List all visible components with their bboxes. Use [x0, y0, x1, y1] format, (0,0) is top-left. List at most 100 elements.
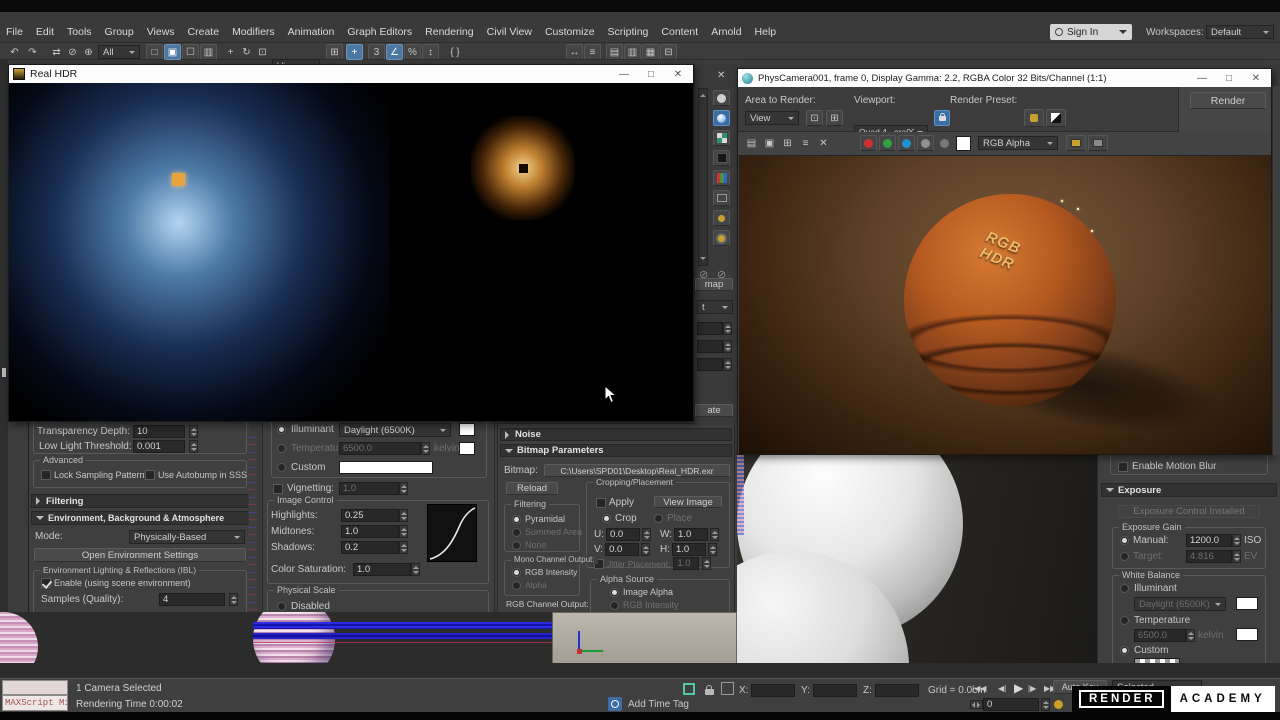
- target-radio[interactable]: [1120, 552, 1129, 561]
- custom-swatch[interactable]: [339, 461, 433, 474]
- strip-spinner-3[interactable]: [723, 358, 732, 371]
- snapshot-icon[interactable]: [1088, 135, 1108, 151]
- auto-region-icon[interactable]: ⊞: [826, 110, 843, 126]
- percent-snap-icon[interactable]: %: [404, 44, 421, 60]
- strip-spinner-2[interactable]: [723, 340, 732, 353]
- low-light-field[interactable]: 0.001: [133, 440, 185, 453]
- strip-spinner-1[interactable]: [723, 322, 732, 335]
- environment-rollout[interactable]: Environment, Background & Atmosphere: [31, 511, 249, 525]
- filtering-rollout[interactable]: Filtering: [31, 494, 249, 508]
- add-time-tag-label[interactable]: Add Time Tag: [628, 699, 689, 710]
- sign-in-button[interactable]: Sign In: [1050, 24, 1132, 40]
- menu-animation[interactable]: Animation: [288, 26, 335, 38]
- saturation-spinner[interactable]: [411, 563, 420, 576]
- redo-icon[interactable]: ↷: [24, 44, 41, 60]
- current-frame-field[interactable]: 0: [983, 698, 1039, 711]
- key-filter-icon[interactable]: [1054, 700, 1063, 709]
- crop-radio[interactable]: [602, 514, 611, 523]
- highlights-field[interactable]: 0.25: [341, 509, 399, 522]
- h-field[interactable]: 1.0: [672, 543, 706, 556]
- save-image-icon[interactable]: ▤: [743, 135, 760, 151]
- scale-icon[interactable]: ⊡: [254, 44, 271, 60]
- save-preset-icon[interactable]: [1024, 109, 1044, 127]
- transparency-depth-field[interactable]: 10: [133, 425, 185, 438]
- menu-customize[interactable]: Customize: [545, 26, 595, 38]
- h-spinner[interactable]: [708, 543, 717, 556]
- schematic-view-icon[interactable]: ⊟: [660, 44, 677, 60]
- strip-field-3[interactable]: [697, 358, 723, 371]
- layer-manager-icon[interactable]: ▤: [606, 44, 623, 60]
- midtones-spinner[interactable]: [399, 525, 408, 538]
- illuminant-swatch[interactable]: [459, 423, 475, 436]
- hdr-titlebar[interactable]: Real HDR — □ ✕: [9, 65, 693, 83]
- clear-icon[interactable]: ✕: [815, 135, 832, 151]
- frame-spinner[interactable]: [1041, 698, 1050, 711]
- mono-rgb-intensity-radio[interactable]: [512, 567, 521, 577]
- menu-create[interactable]: Create: [188, 26, 220, 38]
- autobump-checkbox[interactable]: [145, 470, 155, 480]
- bind-icon[interactable]: ⊕: [80, 44, 97, 60]
- alpha-rgb-intensity-radio[interactable]: [610, 600, 619, 610]
- spinner-snap-icon[interactable]: ↕: [422, 44, 439, 60]
- playback-first-frame-icon[interactable]: |◀◀: [972, 684, 986, 693]
- strip-field-1[interactable]: [697, 322, 723, 335]
- mono-channel-icon[interactable]: [917, 135, 934, 151]
- sample-sphere-icon[interactable]: [713, 90, 730, 106]
- xyz-toggle-icon[interactable]: [721, 682, 734, 695]
- manual-field[interactable]: 1200.0: [1186, 534, 1232, 547]
- print-icon[interactable]: ≡: [797, 135, 814, 151]
- viewport-shaded[interactable]: [737, 455, 1097, 665]
- menu-help[interactable]: Help: [755, 26, 777, 38]
- channel-display-dropdown[interactable]: RGB Alpha: [978, 136, 1058, 150]
- add-time-tag-icon[interactable]: [608, 697, 622, 711]
- u-field[interactable]: 0.0: [606, 528, 640, 541]
- enable-env-checkbox[interactable]: [41, 578, 51, 588]
- scroll-up-icon[interactable]: [700, 91, 706, 97]
- truncated-dropdown[interactable]: t: [697, 300, 733, 314]
- illuminant-radio[interactable]: [277, 425, 286, 434]
- scroll-down-icon[interactable]: [700, 257, 706, 263]
- illuminant-dropdown[interactable]: Daylight (6500K): [339, 423, 451, 437]
- rfw-titlebar[interactable]: PhysCamera001, frame 0, Display Gamma: 2…: [738, 69, 1271, 87]
- menu-tools[interactable]: Tools: [67, 26, 92, 38]
- move-icon[interactable]: +: [222, 44, 239, 60]
- blue-channel-icon[interactable]: [898, 135, 915, 151]
- vignetting-checkbox[interactable]: [273, 483, 283, 494]
- selection-filter-dropdown[interactable]: All: [98, 45, 140, 59]
- close-icon[interactable]: ✕: [717, 70, 725, 81]
- undo-icon[interactable]: ↶: [6, 44, 23, 60]
- image-alpha-radio[interactable]: [610, 587, 619, 597]
- bitmap-path-button[interactable]: C:\Users\SPD01\Desktop\Real_HDR.exr: [544, 464, 730, 477]
- wb-illuminant-swatch[interactable]: [1236, 597, 1258, 610]
- options-icon[interactable]: [713, 230, 730, 246]
- none-radio[interactable]: [512, 540, 521, 550]
- v-field[interactable]: 0.0: [605, 543, 640, 556]
- transparency-spinner[interactable]: [189, 425, 198, 438]
- summed-area-radio[interactable]: [512, 527, 521, 537]
- lock-sampling-checkbox[interactable]: [41, 470, 51, 480]
- green-channel-icon[interactable]: [879, 135, 896, 151]
- named-selection-icon[interactable]: { }: [444, 44, 466, 60]
- playback-prev-frame-icon[interactable]: ◀|: [998, 684, 1006, 693]
- exposure-rollout[interactable]: Exposure: [1101, 483, 1277, 497]
- bitmap-params-rollout[interactable]: Bitmap Parameters: [500, 444, 732, 457]
- rotate-icon[interactable]: ↻: [238, 44, 255, 60]
- background-swatch-icon[interactable]: [713, 150, 730, 166]
- wb-temperature-radio[interactable]: [1120, 616, 1129, 625]
- viewport-lock-icon[interactable]: [934, 110, 950, 126]
- playback-next-frame-icon[interactable]: |▶: [1028, 684, 1036, 693]
- wb-illuminant-radio[interactable]: [1120, 584, 1129, 593]
- align-icon[interactable]: ≡: [584, 44, 601, 60]
- mono-alpha-radio[interactable]: [512, 580, 521, 590]
- view-image-button[interactable]: View Image: [654, 496, 722, 508]
- open-environment-button[interactable]: Open Environment Settings: [34, 548, 246, 562]
- workspaces-dropdown[interactable]: Default: [1206, 25, 1274, 39]
- select-by-name-icon[interactable]: ▣: [164, 44, 181, 60]
- low-light-spinner[interactable]: [189, 440, 198, 453]
- mode-dropdown[interactable]: Physically-Based: [129, 530, 245, 544]
- viewport-gray[interactable]: [552, 612, 737, 664]
- rgb-bars-icon[interactable]: [713, 170, 730, 186]
- u-spinner[interactable]: [642, 528, 651, 541]
- playback-play-icon[interactable]: ▶: [1014, 681, 1023, 695]
- midtones-field[interactable]: 1.0: [341, 525, 399, 538]
